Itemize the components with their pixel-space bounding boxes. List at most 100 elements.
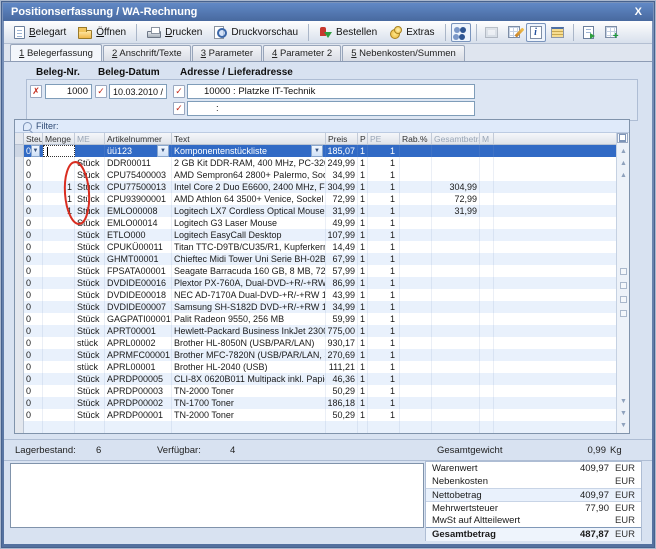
table-row[interactable]: 01StückCPU93900001AMD Athlon 64 3500+ Ve… (15, 193, 617, 205)
shelf-button[interactable] (548, 23, 568, 42)
cell-rab[interactable] (400, 217, 432, 229)
column-header-p[interactable]: P (358, 133, 368, 144)
row-indicator[interactable] (15, 169, 24, 181)
cell-text[interactable]: Brother HL-8050N (USB/PAR/LAN) (172, 337, 326, 349)
cell-m[interactable] (480, 373, 494, 385)
cell-steu[interactable]: 0 (24, 349, 43, 361)
cell-pe[interactable]: 1 (368, 373, 400, 385)
row-indicator[interactable] (15, 397, 24, 409)
cell-menge[interactable] (43, 277, 75, 289)
dropdown-icon[interactable] (157, 145, 169, 157)
row-indicator[interactable] (15, 373, 24, 385)
cell-artikelnummer[interactable]: GAGPATI00001 (105, 313, 172, 325)
table-row[interactable]: 0StückGHMT00001Chieftec Midi Tower Uni S… (15, 253, 617, 265)
cell-gesamtbetrag[interactable] (432, 157, 480, 169)
layout-windows-icon[interactable] (617, 133, 628, 143)
cell-p[interactable]: 1 (358, 205, 368, 217)
cell-artikelnummer[interactable]: DVDIDE00007 (105, 301, 172, 313)
table-row[interactable]: 0StückAPRDP00002TN-1700 Toner186,1811 (15, 397, 617, 409)
cell-text[interactable]: Brother HL-2040 (USB) (172, 361, 326, 373)
cell-menge[interactable] (43, 313, 75, 325)
dropdown-icon[interactable] (311, 145, 323, 157)
cell-p[interactable]: 1 (358, 193, 368, 205)
extras-button[interactable]: Extras (383, 23, 440, 42)
cell-rab[interactable] (400, 397, 432, 409)
cell-me[interactable]: stück (75, 337, 105, 349)
cell-m[interactable] (480, 289, 494, 301)
cell-steu[interactable]: 0 (24, 265, 43, 277)
cell-preis[interactable]: 43,99 (326, 289, 358, 301)
cell-artikelnummer[interactable]: CPUKÜ00011 (105, 241, 172, 253)
cell-text[interactable]: Brother MFC-7820N (USB/PAR/LAN, Scannen (172, 349, 326, 361)
tab-anschrift-texte[interactable]: 2 Anschrift/Texte (103, 45, 191, 61)
cell-gesamtbetrag[interactable] (432, 349, 480, 361)
cell-text[interactable]: Palit Radeon 9550, 256 MB (172, 313, 326, 325)
cell-steu[interactable]: 0 (24, 241, 43, 253)
cell-menge[interactable] (43, 385, 75, 397)
cell-steu[interactable]: 0 (24, 385, 43, 397)
cell-rab[interactable] (400, 169, 432, 181)
cell-gesamtbetrag[interactable]: 72,99 (432, 193, 480, 205)
cell-steu[interactable]: 0 (24, 145, 43, 157)
cell-p[interactable]: 1 (358, 265, 368, 277)
cell-preis[interactable]: 50,29 (326, 385, 358, 397)
cell-me[interactable] (75, 145, 105, 157)
table-row[interactable]: 01StückEMLO00008Logitech LX7 Cordless Op… (15, 205, 617, 217)
cell-preis[interactable]: 50,29 (326, 409, 358, 421)
cell-steu[interactable]: 0 (24, 229, 43, 241)
cell-p[interactable]: 1 (358, 241, 368, 253)
row-indicator[interactable] (15, 217, 24, 229)
cell-preis[interactable]: 46,36 (326, 373, 358, 385)
row-indicator[interactable] (15, 145, 24, 157)
cell-m[interactable] (480, 325, 494, 337)
cell-text[interactable]: Logitech LX7 Cordless Optical Mouse (172, 205, 326, 217)
cell-pe[interactable]: 1 (368, 313, 400, 325)
cell-steu[interactable]: 0 (24, 289, 43, 301)
cell-p[interactable]: 1 (358, 385, 368, 397)
cell-pe[interactable]: 1 (368, 361, 400, 373)
cell-m[interactable] (480, 277, 494, 289)
cell-me[interactable]: Stück (75, 229, 105, 241)
cell-text[interactable]: Titan TTC-D9TB/CU35/R1, Kupferkern, bis … (172, 241, 326, 253)
column-header-menge[interactable]: Menge (43, 133, 75, 144)
row-indicator[interactable] (15, 265, 24, 277)
users-button[interactable] (451, 23, 471, 42)
cell-pe[interactable]: 1 (368, 397, 400, 409)
column-header-steu[interactable]: Steu (24, 133, 43, 144)
cell-pe[interactable]: 1 (368, 157, 400, 169)
table-row[interactable]: 0StückAPRDP00003TN-2000 Toner50,2911 (15, 385, 617, 397)
cell-text[interactable]: TN-2000 Toner (172, 385, 326, 397)
cell-m[interactable] (480, 181, 494, 193)
cell-p[interactable]: 1 (358, 157, 368, 169)
cell-m[interactable] (480, 193, 494, 205)
cell-m[interactable] (480, 361, 494, 373)
cell-p[interactable]: 1 (358, 373, 368, 385)
scroll-down-icon[interactable]: ▼ (617, 397, 630, 407)
cell-preis[interactable]: 14,49 (326, 241, 358, 253)
cell-preis[interactable]: 67,99 (326, 253, 358, 265)
cell-pe[interactable]: 1 (368, 301, 400, 313)
filter-icon[interactable] (620, 310, 627, 317)
cell-p[interactable]: 1 (358, 229, 368, 241)
row-indicator[interactable] (15, 421, 24, 433)
cell-artikelnummer[interactable]: APRDP00001 (105, 409, 172, 421)
cell-gesamtbetrag[interactable]: 31,99 (432, 205, 480, 217)
row-indicator[interactable] (15, 277, 24, 289)
cell-me[interactable]: Stück (75, 373, 105, 385)
grid-export-button[interactable] (579, 23, 599, 42)
cell-pe[interactable]: 1 (368, 205, 400, 217)
cell-artikelnummer[interactable]: GHMT00001 (105, 253, 172, 265)
cell-p[interactable]: 1 (358, 301, 368, 313)
cell-pe[interactable]: 1 (368, 265, 400, 277)
cell-gesamtbetrag[interactable] (432, 373, 480, 385)
cell-menge[interactable] (43, 241, 75, 253)
cell-text[interactable]: 2 GB Kit DDR-RAM, 400 MHz, PC-3200, G.Sk… (172, 157, 326, 169)
cell-menge[interactable] (43, 325, 75, 337)
scroll-last-icon[interactable]: ▼ (617, 421, 630, 431)
cell-pe[interactable]: 1 (368, 337, 400, 349)
row-indicator[interactable] (15, 301, 24, 313)
cell-p[interactable]: 1 (358, 277, 368, 289)
cell-artikelnummer[interactable]: APRDP00002 (105, 397, 172, 409)
cell-rab[interactable] (400, 193, 432, 205)
cell-preis[interactable]: 34,99 (326, 301, 358, 313)
